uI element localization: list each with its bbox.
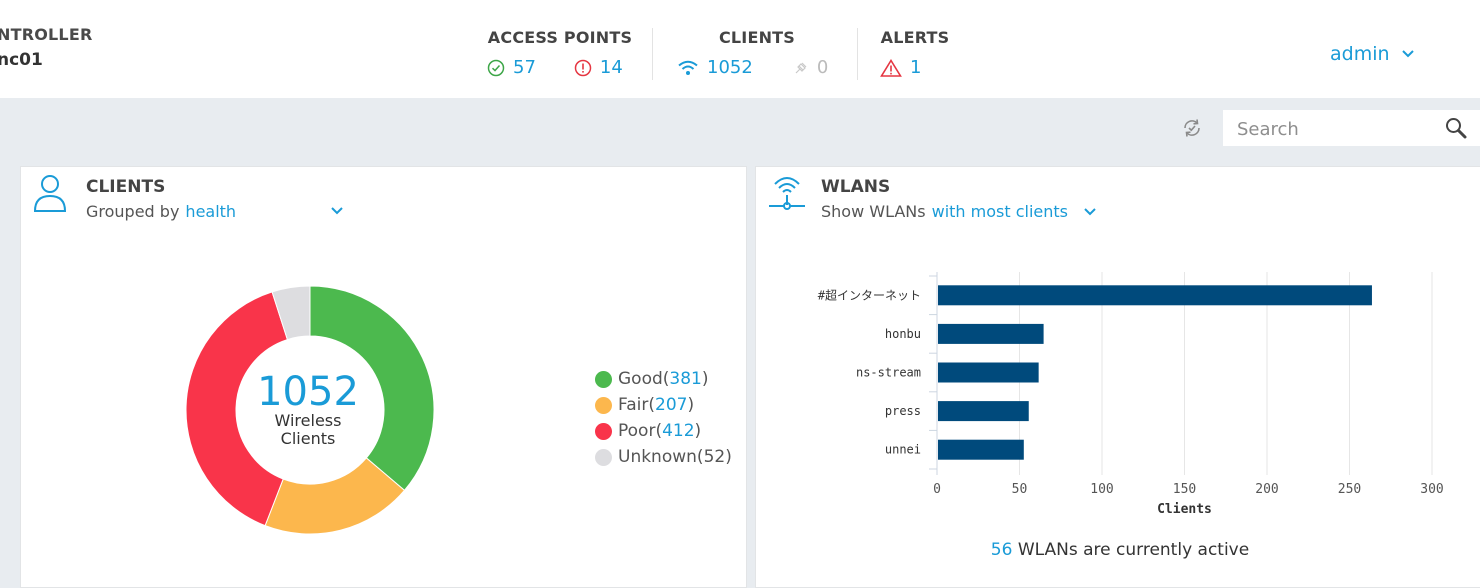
wireless-clients-link[interactable]: 1052 xyxy=(677,57,753,78)
legend-swatch xyxy=(595,370,612,388)
clients-summary: CLIENTS 1052 0 xyxy=(677,28,837,78)
refresh-icon xyxy=(1184,119,1200,137)
search-icon xyxy=(1446,118,1467,139)
legend-item-unknown[interactable]: Unknown (52) xyxy=(595,444,732,470)
show-wlans-select[interactable]: with most clients xyxy=(932,202,1068,221)
wlans-panel-title: WLANS xyxy=(821,177,891,197)
wired-clients-count: 0 xyxy=(816,57,829,78)
chevron-down-icon[interactable] xyxy=(1084,207,1096,216)
ap-down-count: 14 xyxy=(599,57,623,78)
x-axis-label: Clients xyxy=(1157,502,1212,517)
legend-label: Fair xyxy=(618,395,649,415)
legend-paren: ) xyxy=(701,369,709,389)
legend-swatch xyxy=(595,422,612,440)
legend-label: Poor xyxy=(618,421,656,441)
clients-panel-title: CLIENTS xyxy=(86,177,166,197)
access-points-title: ACCESS POINTS xyxy=(487,28,633,47)
search-box xyxy=(1223,110,1480,148)
legend-paren: ) xyxy=(725,447,732,467)
grouped-by-select[interactable]: health xyxy=(185,202,236,221)
wired-plug-icon xyxy=(795,62,807,73)
clients-grouping: Grouped by health xyxy=(86,202,236,221)
chevron-down-icon[interactable] xyxy=(331,207,343,215)
warning-triangle-icon xyxy=(880,58,902,77)
x-tick-label: 150 xyxy=(1173,482,1196,497)
clients-legend: Good (381) Fair (207) Poor (412) Unknown (5… xyxy=(595,366,732,470)
donut-total: 1052 xyxy=(257,369,359,415)
search-button[interactable] xyxy=(1444,116,1468,144)
show-wlans-label: Show WLANs xyxy=(821,202,926,221)
wlans-bar-chart: 0 50 100 150 200 250 300 #超インターネット honbu ns-strea… xyxy=(818,272,1444,517)
bar-4[interactable] xyxy=(938,401,1029,422)
x-tick-label: 100 xyxy=(1090,482,1113,497)
legend-paren: ( xyxy=(648,395,655,415)
active-wlans-count[interactable]: 56 xyxy=(991,540,1013,560)
legend-paren: ( xyxy=(662,369,670,389)
x-tick-label: 200 xyxy=(1255,482,1278,497)
legend-paren: ) xyxy=(694,421,702,441)
bar-3[interactable] xyxy=(938,362,1039,383)
header-divider xyxy=(857,28,858,80)
y-category-label: unnei xyxy=(885,443,921,457)
wlan-antenna-icon xyxy=(769,177,805,210)
legend-value: 52 xyxy=(703,447,726,467)
user-menu[interactable]: admin xyxy=(1330,43,1414,65)
ap-up-count: 57 xyxy=(513,57,536,78)
legend-value: 381 xyxy=(669,369,702,389)
legend-value: 412 xyxy=(662,421,695,441)
grouped-by-label: Grouped by xyxy=(86,202,180,221)
y-category-label: ns-stream xyxy=(856,366,921,380)
ap-down-link[interactable]: 14 xyxy=(574,57,623,78)
wifi-icon xyxy=(678,60,698,75)
x-tick-label: 50 xyxy=(1012,482,1028,497)
legend-paren: ) xyxy=(687,395,695,415)
refresh-button[interactable] xyxy=(1181,117,1203,143)
x-tick-label: 300 xyxy=(1420,482,1443,497)
controller-name[interactable]: nc01 xyxy=(0,50,43,70)
legend-item-poor[interactable]: Poor (412) xyxy=(595,418,732,444)
legend-paren: ( xyxy=(655,421,663,441)
wireless-clients-count: 1052 xyxy=(707,57,753,78)
person-icon xyxy=(33,175,67,212)
y-category-label: #超インターネット xyxy=(818,287,921,302)
wired-clients-link[interactable]: 0 xyxy=(793,57,828,78)
legend-label: Unknown xyxy=(618,447,697,467)
legend-item-fair[interactable]: Fair (207) xyxy=(595,392,732,418)
controller-label: NTROLLER xyxy=(0,25,93,44)
alerts-summary: ALERTS 1 xyxy=(880,28,950,78)
bar-5[interactable] xyxy=(938,439,1024,460)
legend-swatch xyxy=(595,396,612,414)
top-header: NTROLLER nc01 ACCESS POINTS 57 14 CLIENT… xyxy=(0,0,1480,98)
y-category-label: honbu xyxy=(885,327,921,341)
legend-label: Good xyxy=(618,369,663,389)
alerts-link[interactable]: 1 xyxy=(880,57,921,78)
user-name: admin xyxy=(1330,43,1390,65)
check-circle-icon xyxy=(487,59,505,76)
donut-label-line2: Clients xyxy=(280,429,336,448)
x-tick-label: 0 xyxy=(933,482,941,497)
alert-circle-icon xyxy=(574,59,592,76)
donut-center: 1052 Wireless Clients xyxy=(235,372,381,448)
legend-paren: ( xyxy=(696,447,704,467)
legend-swatch xyxy=(595,448,612,466)
y-category-label: press xyxy=(885,404,921,418)
legend-value: 207 xyxy=(655,395,688,415)
alerts-count: 1 xyxy=(910,57,922,78)
bar-1[interactable] xyxy=(938,285,1372,306)
x-tick-label: 250 xyxy=(1338,482,1361,497)
access-points-summary: ACCESS POINTS 57 14 xyxy=(487,28,633,78)
bar-2[interactable] xyxy=(938,323,1044,344)
alerts-title: ALERTS xyxy=(880,28,950,47)
search-input[interactable] xyxy=(1235,110,1439,148)
legend-item-good[interactable]: Good (381) xyxy=(595,366,732,392)
ap-up-link[interactable]: 57 xyxy=(487,57,536,78)
clients-title: CLIENTS xyxy=(718,28,796,47)
active-wlans-text: WLANs are currently active xyxy=(1017,540,1250,560)
chevron-down-icon xyxy=(1401,50,1414,58)
wlans-filter: Show WLANs with most clients xyxy=(821,202,1096,221)
wlans-active-summary: 56 WLANs are currently active xyxy=(960,540,1280,560)
header-divider xyxy=(652,28,653,80)
